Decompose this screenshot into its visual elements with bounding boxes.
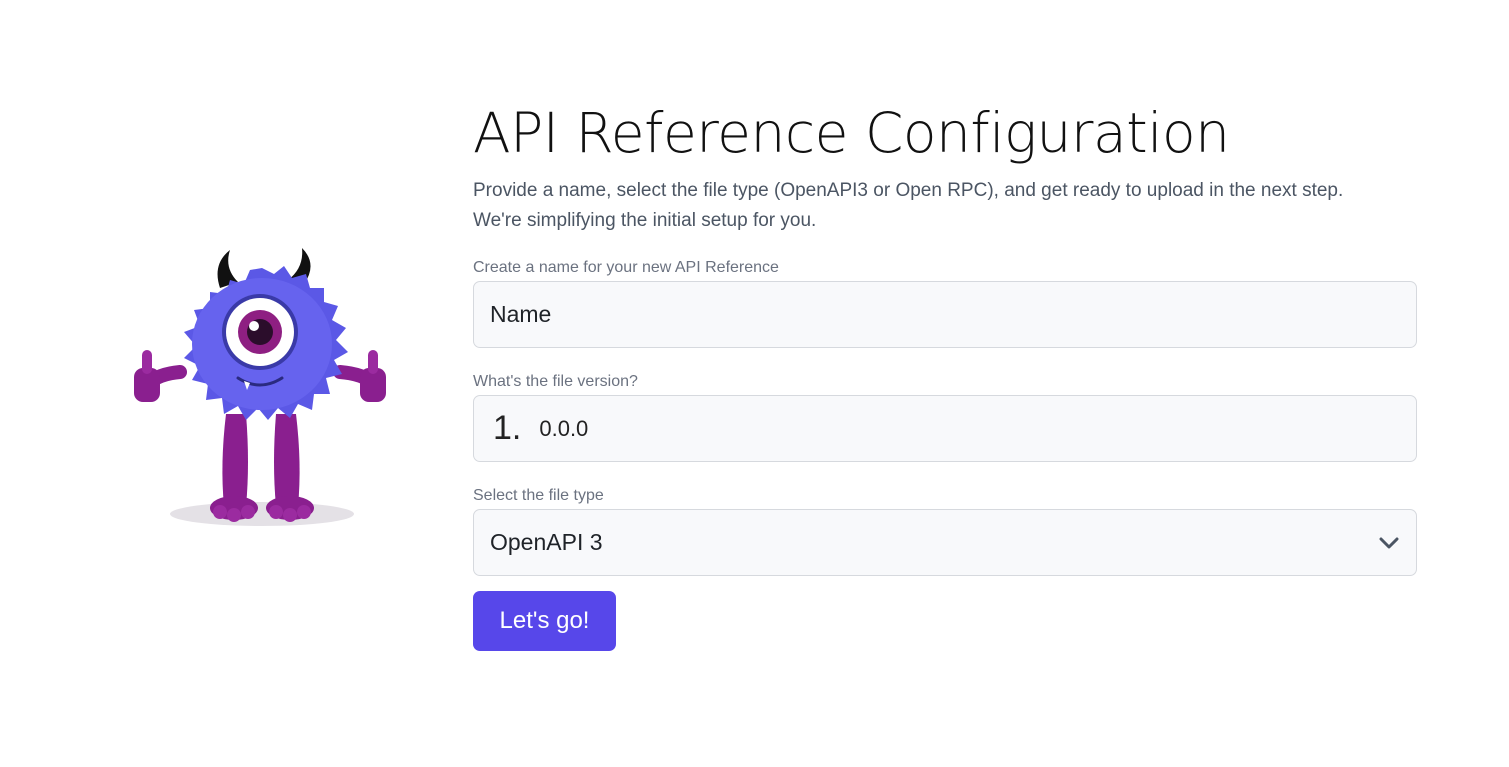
subtitle-line-2: We're simplifying the initial setup for … <box>473 210 817 231</box>
name-input[interactable]: Name <box>473 281 1417 348</box>
subtitle-line-1: Provide a name, select the file type (Op… <box>473 180 1344 201</box>
name-field-label: Create a name for your new API Reference <box>473 259 779 276</box>
setup-page: API Reference Configuration Provide a na… <box>0 0 1509 767</box>
version-major-prefix: 1. <box>493 409 522 447</box>
chevron-down-icon <box>1379 537 1399 549</box>
page-subtitle: Provide a name, select the file type (Op… <box>473 176 1417 236</box>
name-field-group: Create a name for your new API Reference… <box>473 258 1417 348</box>
version-input[interactable]: 1. 0.0.0 <box>473 395 1417 462</box>
monster-mascot-illustration <box>134 248 386 526</box>
file-type-select[interactable]: OpenAPI 3 <box>473 509 1417 576</box>
file-type-field-label: Select the file type <box>473 487 604 504</box>
version-field-label: What's the file version? <box>473 373 638 390</box>
name-input-placeholder: Name <box>490 301 552 327</box>
version-value: 0.0.0 <box>539 415 589 441</box>
version-field-group: What's the file version? 1. 0.0.0 <box>473 372 1417 462</box>
file-type-selected-value: OpenAPI 3 <box>490 529 603 555</box>
lets-go-button[interactable]: Let's go! <box>473 591 616 651</box>
config-form-section: API Reference Configuration Provide a na… <box>473 96 1417 651</box>
page-title: API Reference Configuration <box>473 101 1230 165</box>
file-type-field-group: Select the file type OpenAPI 3 <box>473 486 1417 576</box>
